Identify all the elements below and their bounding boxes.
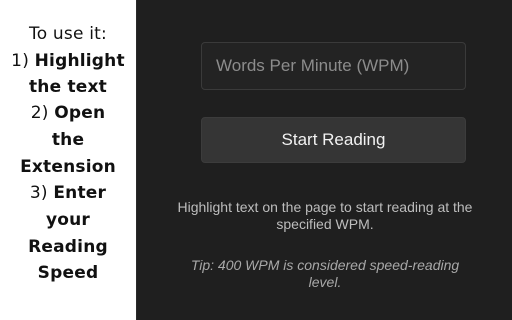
instruction-line: Extension	[20, 157, 116, 177]
extension-popup: Start Reading Highlight text on the page…	[136, 0, 512, 320]
instruction-line: 3) Enter	[29, 183, 107, 203]
instruction-line: To use it:	[29, 24, 107, 44]
start-reading-button[interactable]: Start Reading	[201, 117, 466, 163]
instruction-line: the	[51, 130, 85, 150]
instruction-line: 2) Open	[30, 103, 106, 123]
instruction-line: the text	[28, 77, 108, 97]
instruction-line: Speed	[37, 263, 99, 283]
instructions-panel: To use it: 1) Highlight the text 2) Open…	[0, 0, 136, 320]
instruction-line: Reading	[28, 237, 108, 257]
tip-text: Tip: 400 WPM is considered speed-reading…	[190, 257, 460, 290]
instruction-line: 1) Highlight	[11, 51, 125, 71]
hint-text: Highlight text on the page to start read…	[177, 199, 473, 232]
wpm-input[interactable]	[201, 42, 466, 90]
instruction-line: your	[45, 210, 91, 230]
